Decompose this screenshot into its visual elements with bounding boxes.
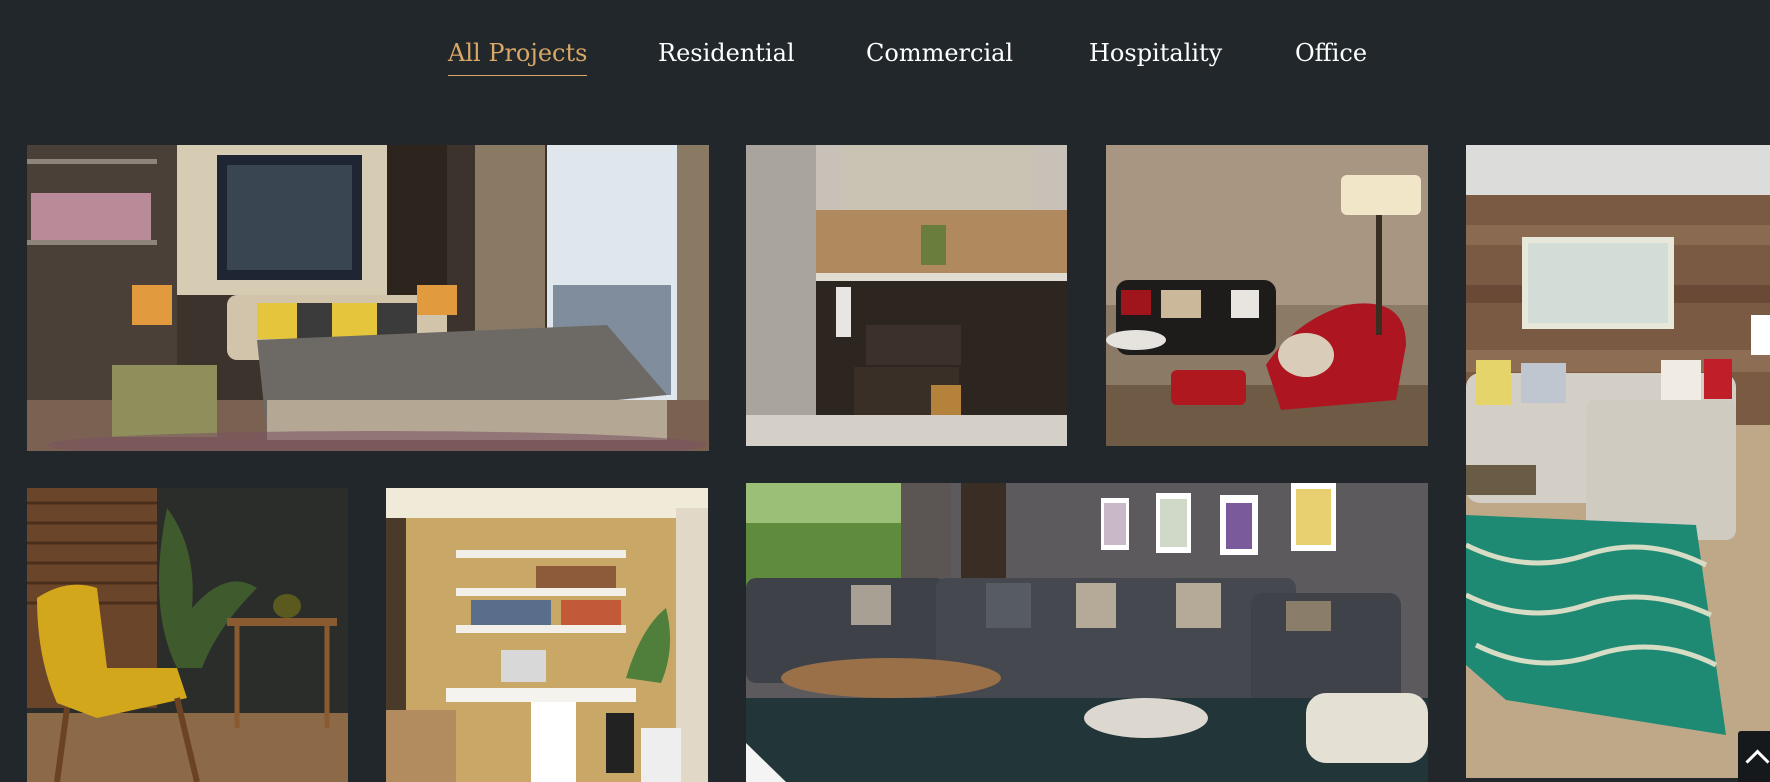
project-tile-lounge[interactable] [1106, 145, 1428, 446]
armchair-image [27, 488, 348, 782]
filter-all-projects[interactable]: All Projects [448, 33, 588, 76]
project-tile-kitchen[interactable] [746, 145, 1067, 446]
study-image [386, 488, 708, 782]
chevron-up-icon [1745, 749, 1770, 774]
filter-commercial[interactable]: Commercial [866, 33, 1013, 75]
project-tile-study[interactable] [386, 488, 708, 782]
living-room-image [1466, 145, 1770, 778]
project-tile-bedroom[interactable] [27, 145, 709, 451]
project-tile-sectional-sofa[interactable] [746, 483, 1428, 782]
bedroom-image [27, 145, 709, 451]
project-tile-armchair[interactable] [27, 488, 348, 782]
sectional-sofa-image [746, 483, 1428, 782]
back-to-top-button[interactable] [1738, 731, 1770, 782]
kitchen-image [746, 145, 1067, 446]
projects-page: All Projects Residential Commercial Hosp… [0, 0, 1770, 782]
lounge-image [1106, 145, 1428, 446]
filter-hospitality[interactable]: Hospitality [1089, 33, 1222, 75]
project-filter-nav: All Projects Residential Commercial Hosp… [0, 33, 1770, 83]
filter-residential[interactable]: Residential [658, 33, 795, 75]
project-tile-living-room[interactable] [1466, 145, 1770, 778]
filter-office[interactable]: Office [1295, 33, 1367, 75]
